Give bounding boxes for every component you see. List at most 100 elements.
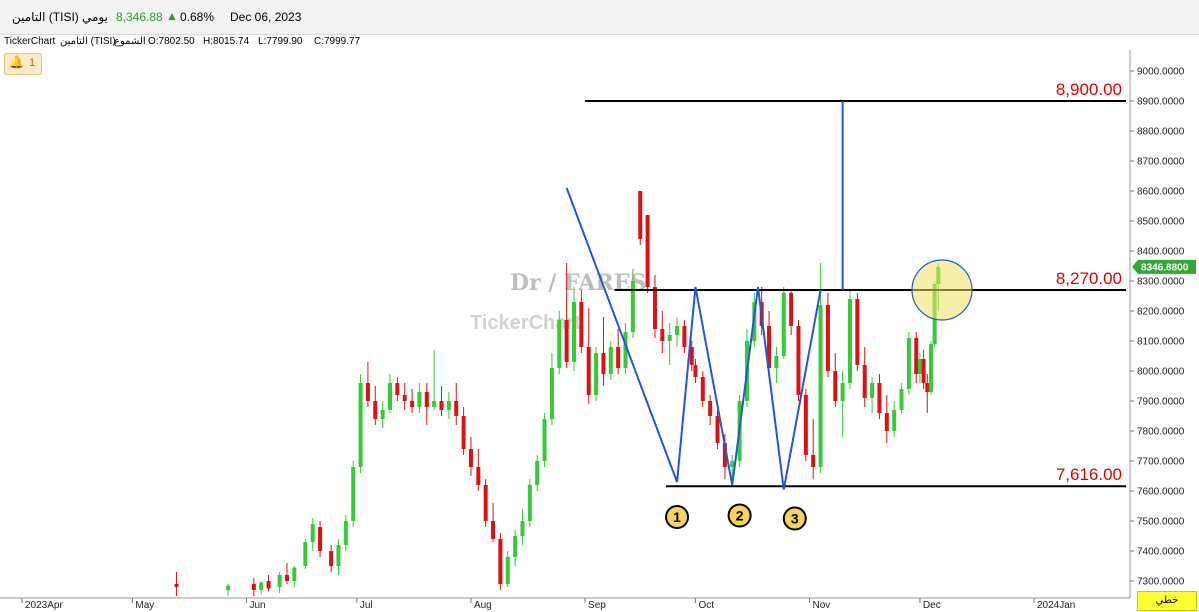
series-type: الشموع — [114, 36, 146, 47]
highlight-circle — [911, 259, 973, 321]
candle-body — [365, 383, 370, 401]
candle-body — [388, 383, 392, 410]
candle-body — [310, 524, 315, 542]
x-tick-label: Aug — [474, 600, 492, 611]
candle-body — [439, 401, 444, 410]
candle-body — [928, 344, 933, 392]
last-price: 8,346.88 — [116, 10, 163, 24]
candle-body — [870, 383, 875, 398]
x-tick-label: 2024Jan — [1037, 600, 1075, 611]
ohlc-info-bar: TickerChart التامين (TISI) الشموع O:7802… — [0, 34, 1130, 50]
candle-body — [840, 383, 845, 401]
candle-body — [645, 215, 650, 287]
candle-body — [693, 365, 698, 377]
y-tick-label: 7800.0000 — [1137, 427, 1185, 438]
candle-body — [781, 293, 786, 356]
candle-body — [251, 584, 256, 590]
candle-body — [630, 281, 635, 332]
candle-body — [491, 521, 496, 539]
candle-body — [483, 485, 488, 521]
watermark-brand: TickerChart — [470, 312, 581, 334]
period-label[interactable]: يومي — [82, 10, 108, 24]
candle-body — [549, 368, 554, 419]
x-tick-label: Nov — [813, 600, 831, 611]
candle-body — [616, 347, 621, 368]
y-tick-label: 9000.0000 — [1137, 67, 1185, 78]
watermark-author: Dr / FARES — [510, 270, 646, 296]
candle-body — [380, 410, 385, 419]
candle-body — [579, 302, 584, 347]
candle-body — [410, 401, 415, 407]
candle-body — [917, 359, 922, 374]
candle-body — [174, 584, 179, 587]
candle-body — [682, 326, 687, 347]
candle-body — [660, 329, 665, 341]
candle-body — [318, 527, 323, 551]
candle-body — [259, 582, 264, 590]
candle-body — [527, 485, 532, 521]
candle-body — [542, 419, 547, 461]
candle-body — [892, 410, 897, 431]
candle-body — [266, 581, 271, 589]
candle-body — [667, 335, 672, 341]
candle-body — [708, 401, 713, 416]
candle-body — [476, 467, 481, 485]
candle-body — [535, 461, 540, 485]
candle-body — [336, 545, 341, 566]
candle-body — [292, 567, 297, 581]
highlight-circle — [911, 259, 973, 321]
candle-body — [358, 383, 363, 467]
last-price-label: 8346.8800 — [1141, 262, 1189, 273]
candle-body — [811, 455, 816, 467]
x-tick-label: Dec — [923, 600, 941, 611]
candle-body — [774, 356, 779, 368]
candle-body — [417, 392, 422, 407]
candle-body — [914, 338, 919, 374]
candle-body — [848, 299, 852, 383]
candle-body — [351, 467, 356, 521]
candle-body — [789, 293, 794, 326]
candle-body — [862, 365, 867, 398]
candle-body — [675, 326, 680, 335]
pattern-marker-label: 1 — [673, 509, 681, 525]
top-info-bar: التامين (TISI) يومي 8,346.88 ▲ 0.68% Dec… — [0, 0, 1199, 35]
x-tick-label: 2023Apr — [25, 600, 63, 611]
candle-body — [395, 383, 400, 395]
pattern-markers: 1 2 3 — [665, 503, 807, 531]
candle-body — [572, 302, 576, 362]
candle-body — [803, 395, 808, 455]
high-value: H:8015.74 — [203, 36, 250, 47]
candle-body — [921, 359, 926, 383]
alerts-button[interactable]: 🔔 1 — [4, 53, 42, 75]
candle-body — [557, 320, 562, 368]
x-tick-label: Jun — [249, 600, 265, 611]
symbol-title: التامين (TISI) — [12, 10, 79, 24]
x-tick-label: Jul — [360, 600, 373, 611]
candle-body — [454, 401, 459, 416]
change-percent: 0.68% — [180, 10, 215, 24]
candle-body — [284, 575, 289, 581]
last-price-tag: 8346.8800 — [1132, 259, 1196, 274]
y-tick-label: 8200.0000 — [1137, 307, 1185, 318]
candle-body — [461, 416, 466, 449]
candle-body — [715, 416, 720, 443]
y-tick-label: 7700.0000 — [1137, 457, 1185, 468]
y-tick-label: 8700.0000 — [1137, 157, 1185, 168]
line-style-button[interactable]: خطي — [1137, 591, 1197, 611]
y-tick-label: 7400.0000 — [1137, 547, 1185, 558]
y-tick-label: 8500.0000 — [1137, 217, 1185, 228]
bell-icon: 🔔 — [9, 55, 24, 69]
candle-body — [505, 557, 510, 584]
candle-body — [303, 542, 308, 566]
candle-body — [513, 536, 518, 557]
candle-body — [700, 377, 705, 401]
up-triangle-icon: ▲ — [166, 9, 178, 23]
y-tick-label: 7300.0000 — [1137, 577, 1185, 588]
candle-body — [424, 392, 429, 407]
candle-body — [329, 551, 334, 566]
candlestick-chart: Dr / FARES TickerChart 9000.0000 8900.000… — [0, 50, 1199, 611]
close-value: C:7999.77 — [314, 36, 361, 47]
candle-body — [277, 575, 282, 587]
candle-body — [373, 401, 378, 419]
candle-body — [402, 395, 407, 401]
